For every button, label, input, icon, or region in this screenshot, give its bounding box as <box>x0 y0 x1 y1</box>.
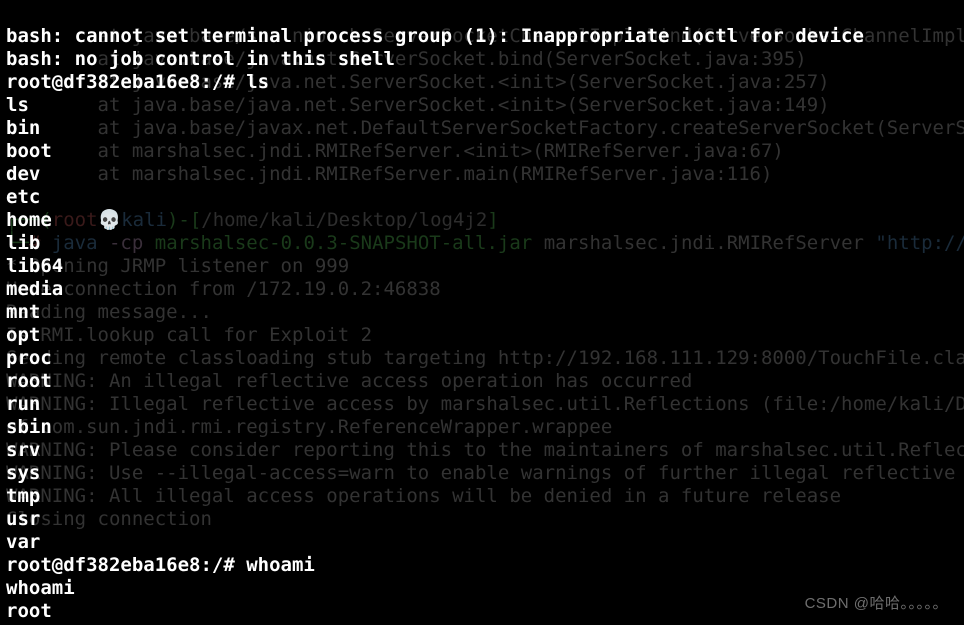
cmd-echo: ls <box>6 94 29 116</box>
ls-entry: dev <box>6 163 40 185</box>
ls-entry: etc <box>6 186 40 208</box>
ls-entry: home <box>6 209 52 231</box>
ls-entry: run <box>6 393 40 415</box>
ls-entry: boot <box>6 140 52 162</box>
prompt-line: root@df382eba16e8:/# ls <box>6 71 269 93</box>
ls-entry: opt <box>6 324 40 346</box>
ls-entry: tmp <box>6 485 40 507</box>
watermark-text: CSDN @哈哈。。。。。 <box>805 592 948 615</box>
ls-entry: lib <box>6 232 40 254</box>
ls-entry: bin <box>6 117 40 139</box>
whoami-output: root <box>6 600 52 622</box>
ls-entry: root <box>6 370 52 392</box>
ls-entry: sys <box>6 462 40 484</box>
ls-entry: srv <box>6 439 40 461</box>
foreground-terminal-output: bash: cannot set terminal process group … <box>0 0 964 625</box>
ls-entry: sbin <box>6 416 52 438</box>
ls-entry: mnt <box>6 301 40 323</box>
ls-entry: lib64 <box>6 255 63 277</box>
bash-error-line: bash: cannot set terminal process group … <box>6 25 864 47</box>
terminal-window[interactable]: at java.base/sun.nio.ch.ServerSocketChan… <box>0 0 964 625</box>
ls-entry: var <box>6 531 40 553</box>
cmd-echo: whoami <box>6 577 75 599</box>
ls-entry: proc <box>6 347 52 369</box>
prompt-line: root@df382eba16e8:/# whoami <box>6 554 315 576</box>
ls-entry: usr <box>6 508 40 530</box>
bash-error-line: bash: no job control in this shell <box>6 48 395 70</box>
ls-entry: media <box>6 278 63 300</box>
